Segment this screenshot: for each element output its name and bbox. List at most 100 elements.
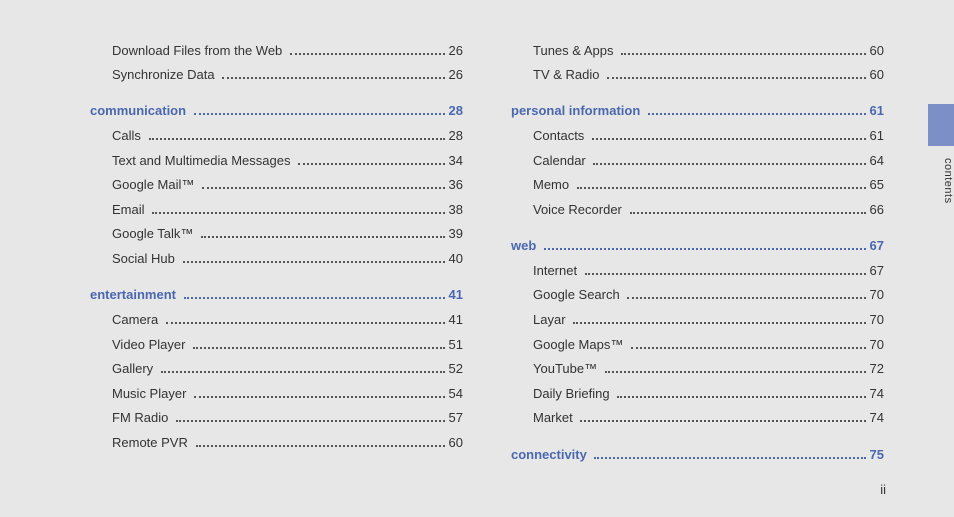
toc-entry[interactable]: Camera 41 [112,310,463,330]
toc-column-right: Tunes & Apps 60 TV & Radio 60 personal inf… [511,36,884,469]
toc-section-label: communication [90,101,186,121]
toc-entry[interactable]: Contacts 61 [533,126,884,146]
toc-page-ref: 52 [447,359,463,379]
leader-dots [196,445,445,447]
toc-page-ref: 61 [868,126,884,146]
toc-entry-label: Download Files from the Web [112,41,282,61]
toc-section-label: web [511,236,536,256]
toc-entry-label: YouTube™ [533,359,597,379]
toc-entry-label: Google Search [533,285,620,305]
toc-entry[interactable]: Tunes & Apps 60 [533,41,884,61]
toc-section-heading[interactable]: personal information 61 [511,101,884,121]
toc-section-heading[interactable]: connectivity 75 [511,445,884,465]
toc-entry[interactable]: Download Files from the Web 26 [112,41,463,61]
leader-dots [630,212,866,214]
toc-section-heading[interactable]: entertainment 41 [90,285,463,305]
toc-page-ref: 67 [868,261,884,281]
toc-entry[interactable]: Layar 70 [533,310,884,330]
toc-entry[interactable]: Social Hub 40 [112,249,463,269]
toc-page-ref: 70 [868,310,884,330]
toc-entry-label: Google Talk™ [112,224,193,244]
toc-entry[interactable]: Synchronize Data 26 [112,65,463,85]
toc-entry-label: Layar [533,310,566,330]
section-tab-label: contents [928,152,954,204]
toc-entry[interactable]: Market 74 [533,408,884,428]
toc-page: Download Files from the Web 26 Synchroniz… [0,0,954,517]
toc-entry[interactable]: Email 38 [112,200,463,220]
toc-page-ref: 28 [447,101,463,121]
toc-page-ref: 61 [868,101,884,121]
toc-entry-label: TV & Radio [533,65,599,85]
toc-page-ref: 28 [447,126,463,146]
toc-page-ref: 70 [868,285,884,305]
toc-entry-label: FM Radio [112,408,168,428]
toc-entry[interactable]: Daily Briefing 74 [533,384,884,404]
toc-page-ref: 36 [447,175,463,195]
toc-page-ref: 34 [447,151,463,171]
toc-entry-label: Remote PVR [112,433,188,453]
leader-dots [183,261,445,263]
leader-dots [152,212,444,214]
toc-entry[interactable]: YouTube™ 72 [533,359,884,379]
toc-entry[interactable]: Google Maps™ 70 [533,335,884,355]
toc-entry[interactable]: Internet 67 [533,261,884,281]
toc-page-ref: 72 [868,359,884,379]
toc-page-ref: 60 [868,41,884,61]
leader-dots [593,163,865,165]
toc-entry[interactable]: Video Player 51 [112,335,463,355]
leader-dots [290,53,445,55]
toc-entry[interactable]: Remote PVR 60 [112,433,463,453]
leader-dots [193,347,444,349]
toc-entry[interactable]: Memo 65 [533,175,884,195]
toc-section-label: connectivity [511,445,587,465]
toc-entry-label: Music Player [112,384,186,404]
toc-entry-label: Google Maps™ [533,335,623,355]
toc-entry-label: Synchronize Data [112,65,215,85]
toc-entry[interactable]: Calls 28 [112,126,463,146]
toc-entry-label: Email [112,200,145,220]
page-number: ii [880,482,886,497]
leader-dots [592,138,866,140]
toc-entry[interactable]: Text and Multimedia Messages 34 [112,151,463,171]
toc-page-ref: 65 [868,175,884,195]
leader-dots [298,163,444,165]
toc-page-ref: 60 [868,65,884,85]
toc-page-ref: 66 [868,200,884,220]
toc-entry[interactable]: Gallery 52 [112,359,463,379]
toc-page-ref: 67 [868,236,884,256]
toc-entry-label: Calls [112,126,141,146]
toc-entry-label: Daily Briefing [533,384,610,404]
leader-dots [621,53,865,55]
toc-entry[interactable]: Calendar 64 [533,151,884,171]
toc-entry-label: Google Mail™ [112,175,194,195]
leader-dots [149,138,445,140]
leader-dots [580,420,865,422]
toc-page-ref: 51 [447,335,463,355]
leader-dots [573,322,865,324]
toc-entry[interactable]: Music Player 54 [112,384,463,404]
leader-dots [222,77,444,79]
leader-dots [617,396,865,398]
toc-entry-label: Text and Multimedia Messages [112,151,290,171]
toc-section-heading[interactable]: web 67 [511,236,884,256]
leader-dots [194,396,444,398]
toc-section-heading[interactable]: communication 28 [90,101,463,121]
toc-entry-label: Video Player [112,335,185,355]
toc-entry[interactable]: Voice Recorder 66 [533,200,884,220]
toc-entry[interactable]: FM Radio 57 [112,408,463,428]
toc-page-ref: 39 [447,224,463,244]
toc-entry[interactable]: Google Talk™ 39 [112,224,463,244]
toc-entry[interactable]: Google Search 70 [533,285,884,305]
leader-dots [648,113,866,115]
toc-column-left: Download Files from the Web 26 Synchroniz… [90,36,463,469]
leader-dots [605,371,866,373]
toc-entry-label: Memo [533,175,569,195]
toc-entry-label: Voice Recorder [533,200,622,220]
section-tab [928,104,954,146]
toc-entry-label: Market [533,408,573,428]
leader-dots [585,273,866,275]
toc-page-ref: 38 [447,200,463,220]
toc-entry[interactable]: Google Mail™ 36 [112,175,463,195]
leader-dots [544,248,866,250]
toc-entry[interactable]: TV & Radio 60 [533,65,884,85]
